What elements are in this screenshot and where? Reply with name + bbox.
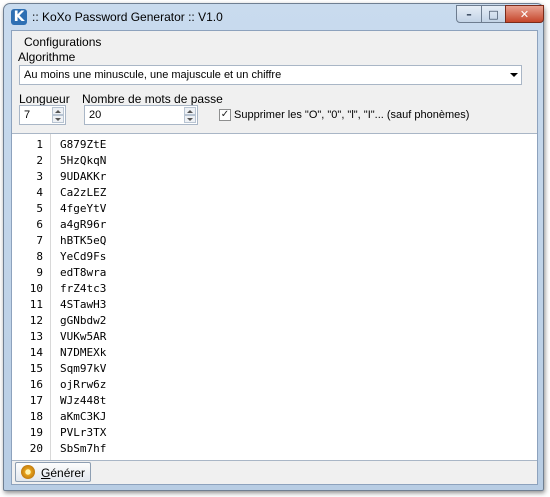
line-number: 14: [29, 346, 43, 359]
password-value[interactable]: G879ZtE: [60, 137, 106, 153]
app-window: K :: KoXo Password Generator :: V1.0 – □…: [3, 3, 544, 491]
password-value[interactable]: YeCd9Fs: [60, 249, 106, 265]
password-value[interactable]: hBTK5eQ: [60, 233, 106, 249]
password-value[interactable]: 4STawH3: [60, 297, 106, 313]
gear-generate-icon: [21, 465, 35, 479]
count-down-button[interactable]: [184, 115, 196, 123]
line-number: 10: [29, 282, 43, 295]
generate-label: Générer: [41, 466, 86, 480]
length-spinner[interactable]: 7: [19, 105, 66, 125]
password-value[interactable]: PVLr3TX: [60, 425, 106, 441]
arrow-up-icon: [187, 109, 193, 113]
arrow-up-icon: [55, 109, 61, 113]
length-label: Longueur: [19, 92, 70, 106]
password-value[interactable]: VUKw5AR: [60, 329, 106, 345]
line-number: 5: [36, 202, 43, 215]
password-value[interactable]: 9UDAKKr: [60, 169, 106, 185]
password-value[interactable]: 5HzQkqN: [60, 153, 106, 169]
dropdown-arrow-icon[interactable]: [510, 73, 518, 77]
password-value[interactable]: gGNbdw2: [60, 313, 106, 329]
line-number: 18: [29, 410, 43, 423]
window-title: :: KoXo Password Generator :: V1.0: [32, 10, 223, 24]
password-value[interactable]: N7DMEXk: [60, 345, 106, 361]
close-button[interactable]: ✕: [505, 5, 544, 23]
exclude-chars-label[interactable]: Supprimer les "O", "0", "l", "I"... (sau…: [234, 109, 469, 121]
exclude-chars-checkbox[interactable]: ✓: [219, 109, 231, 121]
line-number: 1: [36, 138, 43, 151]
count-label: Nombre de mots de passe: [82, 92, 223, 106]
line-number: 19: [29, 426, 43, 439]
configurations-group-label: Configurations: [24, 35, 102, 49]
line-number: 13: [29, 330, 43, 343]
algorithm-select[interactable]: Au moins une minuscule, une majuscule et…: [19, 65, 522, 85]
password-value[interactable]: Ca2zLEZ: [60, 185, 106, 201]
password-value[interactable]: 4fgeYtV: [60, 201, 106, 217]
line-number: 20: [29, 442, 43, 455]
length-value[interactable]: 7: [24, 109, 30, 121]
minimize-button[interactable]: –: [456, 5, 482, 23]
line-number: 2: [36, 154, 43, 167]
password-value[interactable]: a4gR96r: [60, 217, 106, 233]
count-spinner[interactable]: 20: [84, 105, 198, 125]
arrow-down-icon: [55, 117, 61, 121]
length-up-button[interactable]: [52, 107, 64, 115]
algorithm-label: Algorithme: [18, 50, 76, 64]
password-value[interactable]: WJz448t: [60, 393, 106, 409]
password-value[interactable]: Sqm97kV: [60, 361, 106, 377]
maximize-button[interactable]: □: [481, 5, 506, 23]
password-list[interactable]: 1 G879ZtE 2 5HzQkqN 3 9UDAKKr 4 Ca2zLEZ 5 4fgeYtV…: [12, 133, 537, 461]
line-number: 6: [36, 218, 43, 231]
arrow-down-icon: [187, 117, 193, 121]
line-number: 11: [29, 298, 43, 311]
password-value[interactable]: SbSm7hf: [60, 441, 106, 457]
line-number: 12: [29, 314, 43, 327]
count-up-button[interactable]: [184, 107, 196, 115]
line-number: 4: [36, 186, 43, 199]
count-value[interactable]: 20: [89, 109, 101, 121]
line-number: 17: [29, 394, 43, 407]
password-value[interactable]: ojRrw6z: [60, 377, 106, 393]
password-value[interactable]: frZ4tc3: [60, 281, 106, 297]
password-value[interactable]: edT8wra: [60, 265, 106, 281]
generate-button[interactable]: Générer: [15, 462, 91, 482]
password-value[interactable]: aKmC3KJ: [60, 409, 106, 425]
line-number: 7: [36, 234, 43, 247]
line-number: 9: [36, 266, 43, 279]
line-number: 15: [29, 362, 43, 375]
length-down-button[interactable]: [52, 115, 64, 123]
app-icon: K: [11, 9, 27, 25]
line-number: 8: [36, 250, 43, 263]
algorithm-select-value: Au moins une minuscule, une majuscule et…: [24, 69, 282, 81]
client-area: Configurations Algorithme Au moins une m…: [11, 30, 538, 485]
title-bar[interactable]: K :: KoXo Password Generator :: V1.0 – □…: [4, 4, 544, 30]
line-number: 3: [36, 170, 43, 183]
line-number: 16: [29, 378, 43, 391]
